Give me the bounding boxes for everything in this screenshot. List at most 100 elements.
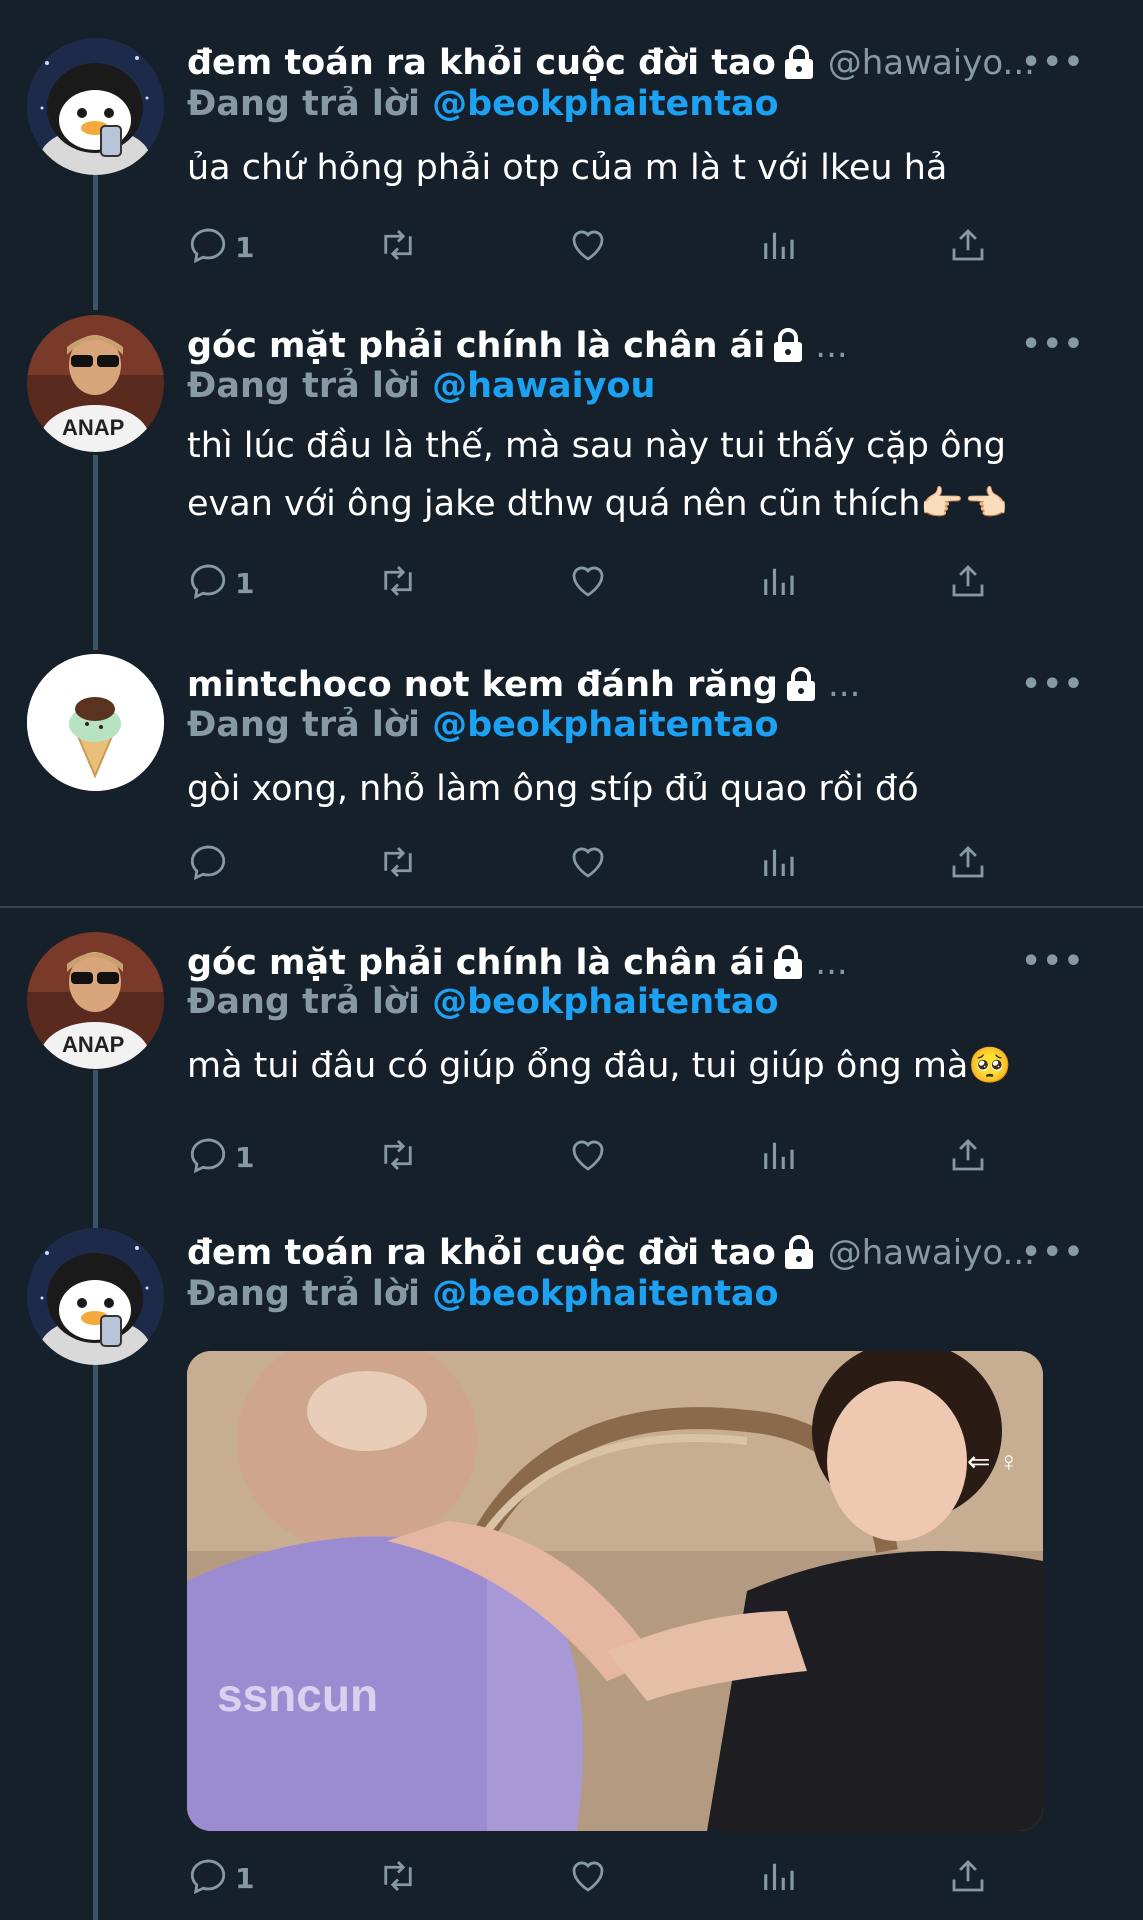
- more-icon[interactable]: •••: [1021, 45, 1085, 80]
- display-name[interactable]: góc mặt phải chính là chân ái: [187, 326, 765, 366]
- lock-icon: [784, 667, 818, 703]
- tweet[interactable]: ANAP góc mặt phải chính là chân ái ... •…: [0, 310, 1143, 645]
- replying-to-handle[interactable]: @beokphaitentao: [432, 705, 778, 745]
- reply-icon: [187, 224, 229, 270]
- action-bar: 1: [187, 1134, 1007, 1184]
- more-icon[interactable]: •••: [1021, 944, 1085, 979]
- reply-icon: [187, 1855, 229, 1901]
- like-button[interactable]: [567, 841, 609, 887]
- reply-count: 1: [235, 230, 255, 264]
- svg-text:⇐ ♀: ⇐ ♀: [967, 1446, 1019, 1477]
- analytics-icon: [757, 224, 799, 270]
- name-truncation: ...: [815, 326, 848, 366]
- more-icon[interactable]: •••: [1021, 327, 1085, 362]
- analytics-icon: [757, 841, 799, 887]
- display-name[interactable]: đem toán ra khỏi cuộc đời tao: [187, 43, 776, 83]
- reply-count: 1: [235, 1140, 255, 1174]
- tweet-header: đem toán ra khỏi cuộc đời tao @hawaiyo..…: [187, 1230, 1035, 1276]
- reply-count: 1: [235, 566, 255, 600]
- svg-text:ANAP: ANAP: [62, 415, 124, 440]
- tweet[interactable]: đem toán ra khỏi cuộc đời tao @hawaiyo..…: [0, 0, 1143, 310]
- share-button[interactable]: [947, 1855, 989, 1901]
- analytics-icon: [757, 560, 799, 606]
- replying-to-handle[interactable]: @hawaiyou: [432, 366, 655, 406]
- lock-icon: [782, 45, 816, 81]
- shirt-text: ssncun: [217, 1669, 378, 1721]
- retweet-icon: [377, 224, 419, 270]
- retweet-button[interactable]: [377, 841, 419, 887]
- tweet-header: góc mặt phải chính là chân ái ...: [187, 323, 848, 369]
- avatar[interactable]: ANAP: [27, 315, 164, 452]
- share-icon: [947, 841, 989, 887]
- tweet-text: mà tui đâu có giúp ổng đâu, tui giúp ông…: [187, 1046, 1012, 1086]
- like-button[interactable]: [567, 1134, 609, 1180]
- retweet-button[interactable]: [377, 1855, 419, 1901]
- tweet-media[interactable]: ssncun ⇐ ♀: [187, 1351, 1043, 1831]
- avatar[interactable]: [27, 1228, 164, 1365]
- replying-to-label: Đang trả lời: [187, 366, 420, 406]
- share-icon: [947, 560, 989, 606]
- like-icon: [567, 1855, 609, 1901]
- like-icon: [567, 1134, 609, 1180]
- user-handle[interactable]: @hawaiyo...: [828, 43, 1035, 83]
- analytics-button[interactable]: [757, 1134, 799, 1180]
- retweet-button[interactable]: [377, 560, 419, 606]
- share-button[interactable]: [947, 560, 989, 606]
- avatar[interactable]: [27, 654, 164, 791]
- share-icon: [947, 224, 989, 270]
- replying-to: Đang trả lời @beokphaitentao: [187, 1274, 779, 1314]
- like-icon: [567, 841, 609, 887]
- display-name[interactable]: đem toán ra khỏi cuộc đời tao: [187, 1233, 776, 1273]
- tweet-text: thì lúc đầu là thế, mà sau này tui thấy …: [187, 426, 1008, 524]
- reply-button[interactable]: 1: [187, 1134, 254, 1180]
- more-icon[interactable]: •••: [1021, 667, 1085, 702]
- analytics-button[interactable]: [757, 841, 799, 887]
- tweet-text: ủa chứ hỏng phải otp của m là t với lkeu…: [187, 148, 948, 188]
- replying-to-handle[interactable]: @beokphaitentao: [432, 982, 778, 1022]
- name-truncation: ...: [815, 943, 848, 983]
- reply-icon: [187, 560, 229, 606]
- more-icon[interactable]: •••: [1021, 1235, 1085, 1270]
- tweet[interactable]: đem toán ra khỏi cuộc đời tao @hawaiyo..…: [0, 1203, 1143, 1920]
- lock-icon: [771, 328, 805, 364]
- display-name[interactable]: góc mặt phải chính là chân ái: [187, 943, 765, 983]
- tweet[interactable]: mintchoco not kem đánh răng ... ••• Đang…: [0, 645, 1143, 905]
- reply-button[interactable]: 1: [187, 560, 254, 606]
- replying-to-label: Đang trả lời: [187, 982, 420, 1022]
- display-name[interactable]: mintchoco not kem đánh răng: [187, 665, 778, 705]
- retweet-icon: [377, 560, 419, 606]
- replying-to-handle[interactable]: @beokphaitentao: [432, 1274, 778, 1314]
- retweet-button[interactable]: [377, 1134, 419, 1180]
- replying-to-label: Đang trả lời: [187, 84, 420, 124]
- analytics-button[interactable]: [757, 560, 799, 606]
- tweet-header: đem toán ra khỏi cuộc đời tao @hawaiyo..…: [187, 40, 1035, 86]
- svg-text:ANAP: ANAP: [62, 1032, 124, 1057]
- reply-icon: [187, 841, 229, 887]
- like-button[interactable]: [567, 1855, 609, 1901]
- reply-button[interactable]: 1: [187, 1855, 254, 1901]
- reply-button[interactable]: 1: [187, 224, 254, 270]
- retweet-icon: [377, 1855, 419, 1901]
- retweet-button[interactable]: [377, 224, 419, 270]
- user-handle[interactable]: @hawaiyo...: [828, 1233, 1035, 1273]
- like-icon: [567, 224, 609, 270]
- analytics-button[interactable]: [757, 224, 799, 270]
- like-button[interactable]: [567, 560, 609, 606]
- action-bar: [187, 841, 1007, 891]
- avatar[interactable]: ANAP: [27, 932, 164, 1069]
- share-button[interactable]: [947, 841, 989, 887]
- replying-to-handle[interactable]: @beokphaitentao: [432, 84, 778, 124]
- like-button[interactable]: [567, 224, 609, 270]
- analytics-icon: [757, 1134, 799, 1180]
- replying-to: Đang trả lời @hawaiyou: [187, 366, 655, 406]
- tweet[interactable]: ANAP góc mặt phải chính là chân ái ... •…: [0, 908, 1143, 1203]
- share-button[interactable]: [947, 224, 989, 270]
- analytics-icon: [757, 1855, 799, 1901]
- share-button[interactable]: [947, 1134, 989, 1180]
- action-bar: 1: [187, 224, 1007, 274]
- tweet-header: góc mặt phải chính là chân ái ...: [187, 940, 848, 986]
- avatar[interactable]: [27, 38, 164, 175]
- tweet-header: mintchoco not kem đánh răng ...: [187, 662, 860, 708]
- reply-button[interactable]: [187, 841, 235, 887]
- analytics-button[interactable]: [757, 1855, 799, 1901]
